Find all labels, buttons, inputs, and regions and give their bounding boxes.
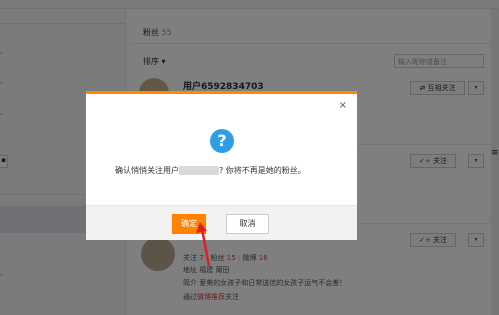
arrow-shaft — [200, 228, 211, 267]
red-arrow-annotation — [196, 222, 211, 267]
arrow-head — [196, 222, 207, 233]
